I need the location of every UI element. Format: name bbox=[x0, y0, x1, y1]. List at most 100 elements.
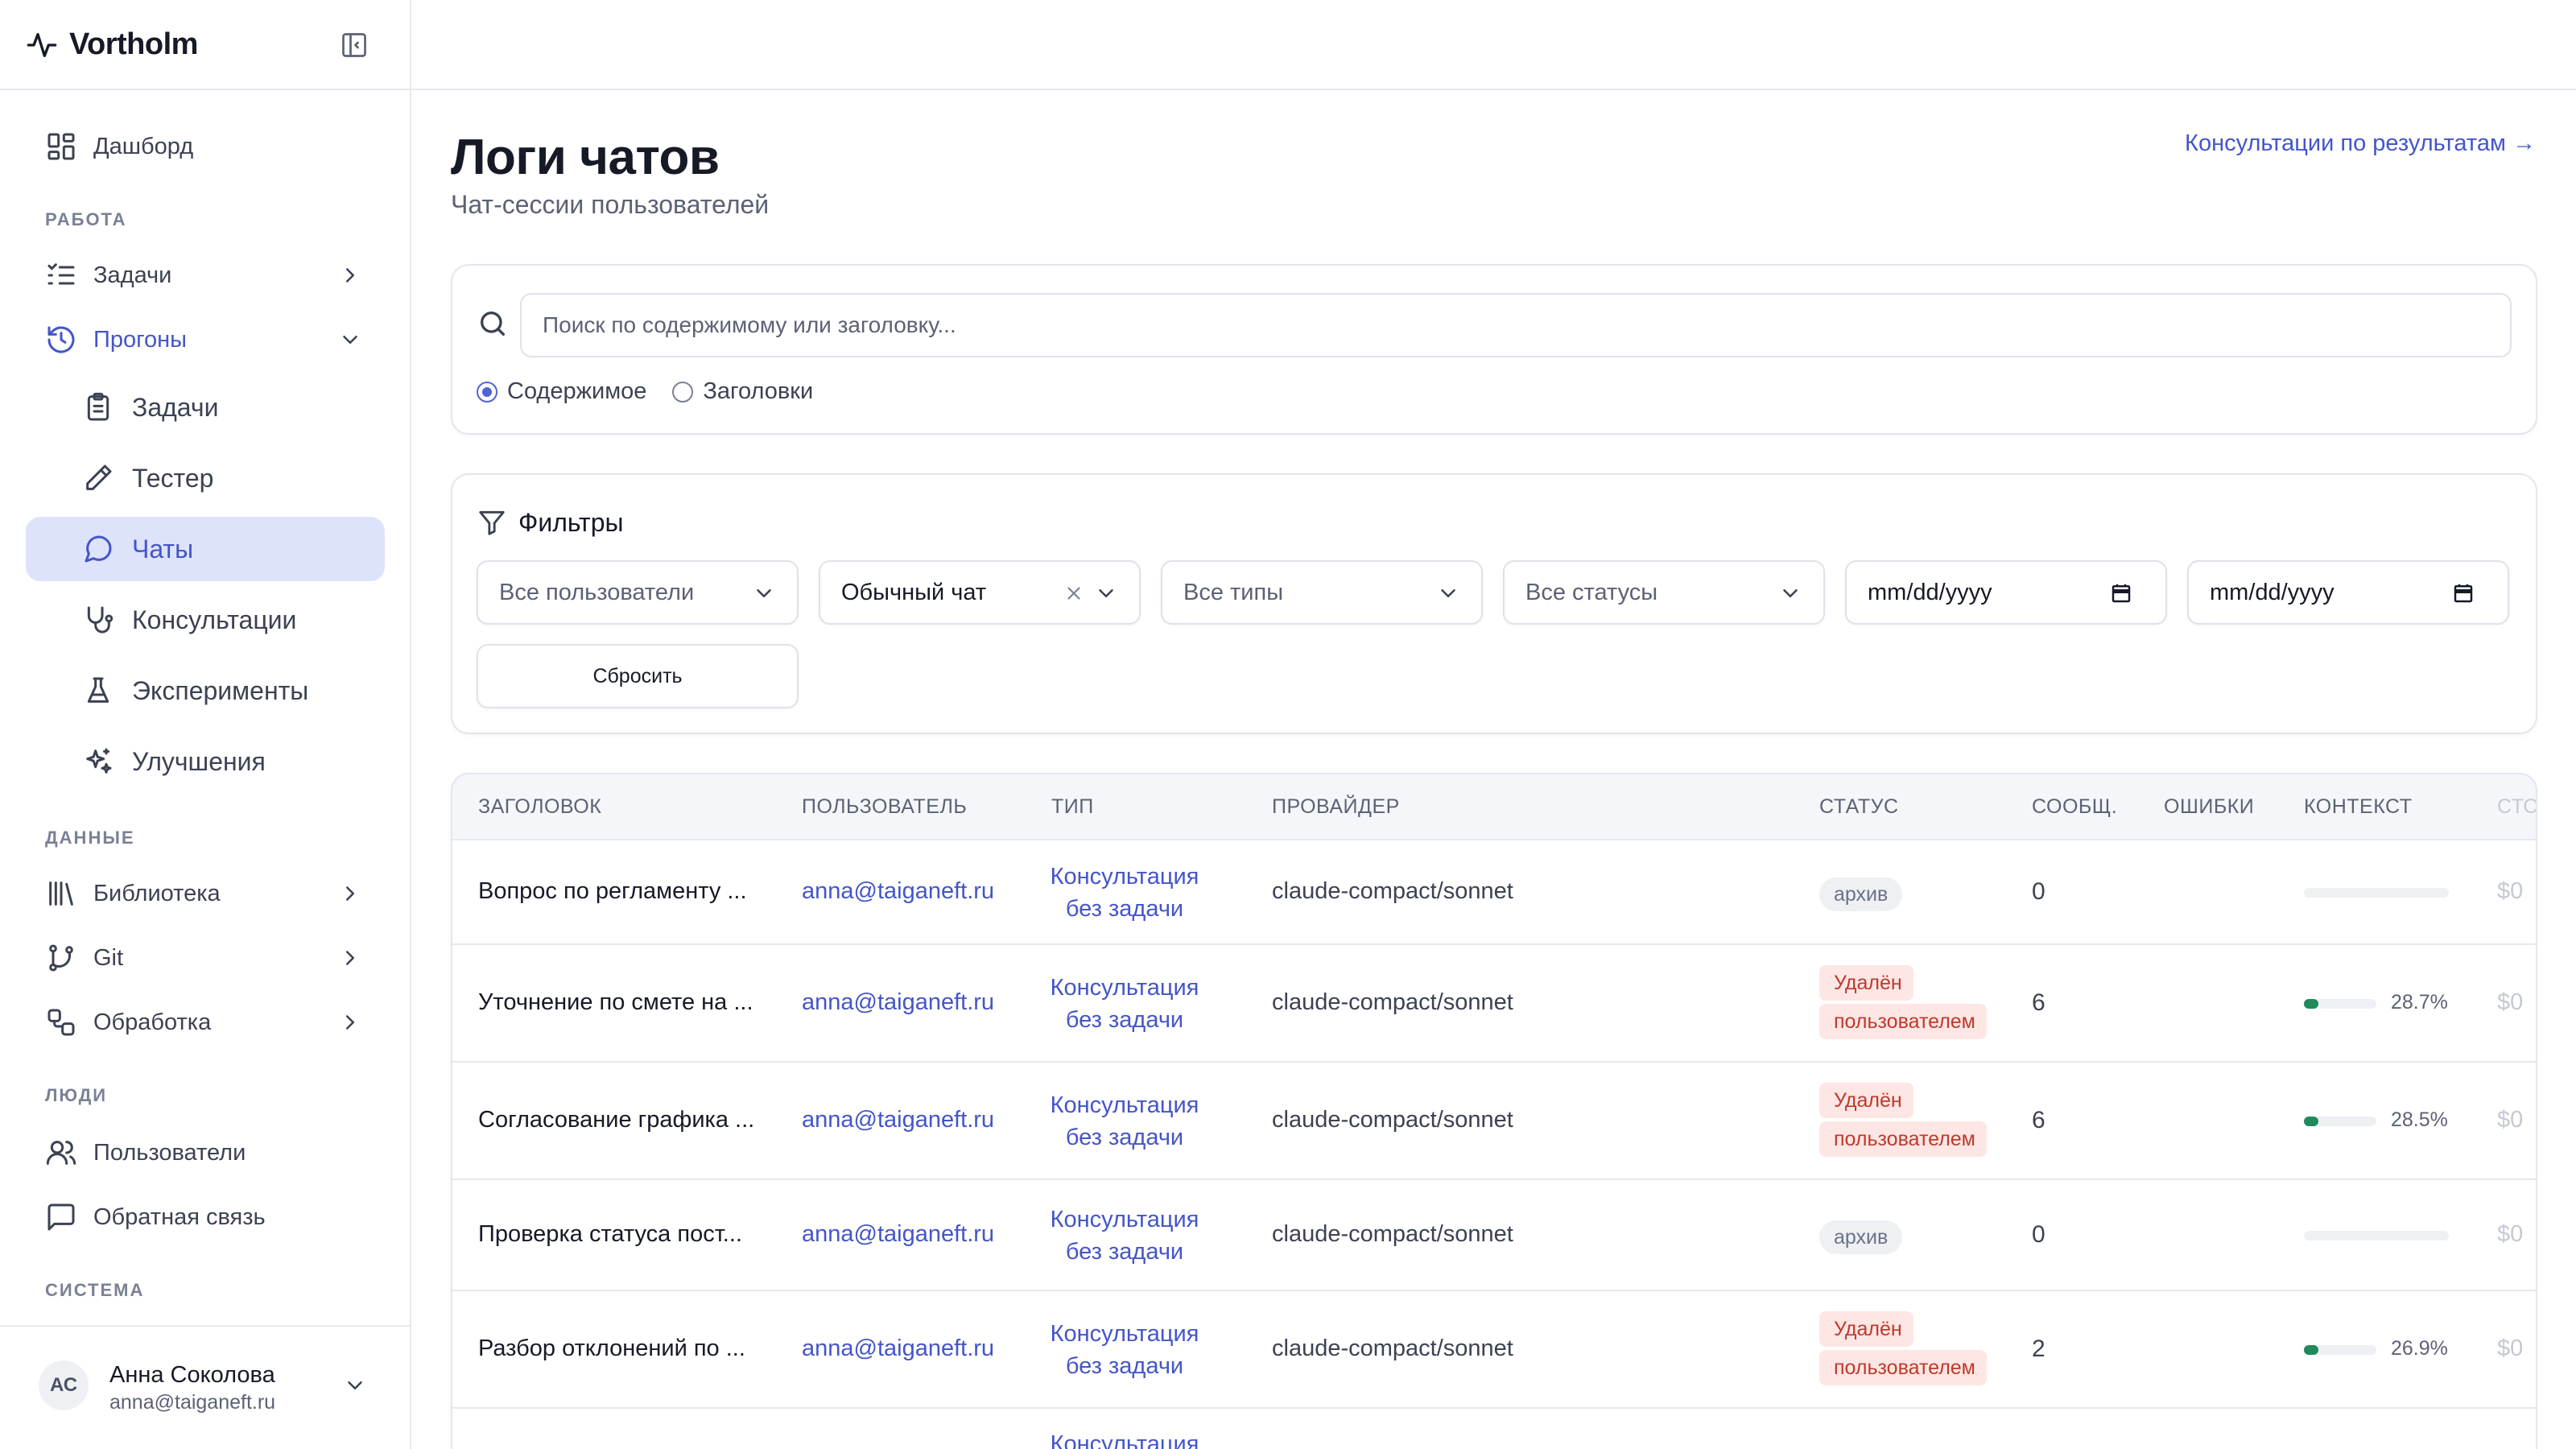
consultations-results-link[interactable]: Консультации по результатам → bbox=[2185, 130, 2536, 157]
sidebar-item-label: Библиотека bbox=[93, 880, 221, 906]
chat-title-cell[interactable]: Согласование графика ... bbox=[478, 1107, 754, 1133]
status-badge: архив bbox=[1819, 877, 1903, 911]
sidebar-subitem-improvements[interactable]: Улучшения bbox=[26, 729, 385, 794]
sidebar-item-feedback[interactable]: Обратная связь bbox=[26, 1185, 385, 1249]
radio-dot bbox=[477, 381, 497, 402]
section-label-people: ЛЮДИ bbox=[45, 1085, 108, 1105]
clear-icon[interactable] bbox=[1063, 583, 1084, 604]
clipboard-icon bbox=[82, 391, 114, 423]
table-header: ЗАГОЛОВОК ПОЛЬЗОВАТЕЛЬ ТИП ПРОВАЙДЕР СТА… bbox=[452, 774, 2536, 840]
sparkles-icon bbox=[82, 745, 114, 778]
table-row[interactable]: Уточнение по смете на ... anna@taiganeft.… bbox=[452, 945, 2536, 1063]
chat-type-link[interactable]: Консультация bbox=[1030, 1428, 1219, 1449]
sidebar: Vortholm Дашборд РАБОТА Задачи Прогоны З… bbox=[0, 0, 411, 1449]
chat-type-link[interactable]: Консультация без задачи bbox=[1030, 861, 1219, 925]
sidebar-item-tasks[interactable]: Задачи bbox=[26, 243, 385, 308]
radio-dot bbox=[672, 381, 694, 402]
column-header-user[interactable]: ПОЛЬЗОВАТЕЛЬ bbox=[802, 795, 967, 819]
reset-filters-button[interactable]: Сбросить bbox=[477, 644, 799, 708]
table-row[interactable]: Вопрос по регламенту ... anna@taiganeft.r… bbox=[452, 840, 2536, 945]
sidebar-subitem-chats[interactable]: Чаты bbox=[26, 517, 385, 581]
chevron-down-icon bbox=[1441, 589, 1455, 597]
sidebar-subitem-tasks[interactable]: Задачи bbox=[26, 375, 385, 440]
table-row[interactable]: Согласование графика ... anna@taiganeft.r… bbox=[452, 1063, 2536, 1180]
user-email: anna@taiganeft.ru bbox=[109, 1391, 276, 1414]
collapse-sidebar-button[interactable] bbox=[338, 29, 370, 61]
top-bar bbox=[411, 0, 2576, 90]
column-header-status[interactable]: СТАТУС bbox=[1819, 795, 1899, 819]
column-header-provider[interactable]: ПРОВАЙДЕР bbox=[1272, 795, 1400, 819]
logo[interactable]: Vortholm bbox=[26, 27, 198, 62]
app-name: Vortholm bbox=[69, 27, 198, 61]
search-mode-titles-radio[interactable]: Заголовки bbox=[672, 378, 813, 405]
chat-title-cell[interactable]: Уточнение по смете на ... bbox=[478, 989, 753, 1016]
user-email-link[interactable]: anna@taiganeft.ru bbox=[802, 1107, 994, 1133]
sidebar-header: Vortholm bbox=[0, 0, 410, 90]
sidebar-item-library[interactable]: Библиотека bbox=[26, 861, 385, 926]
sidebar-item-label: Эксперименты bbox=[132, 675, 309, 705]
sidebar-item-runs[interactable]: Прогоны bbox=[26, 308, 385, 372]
context-usage-label: 26.9% bbox=[2391, 1337, 2448, 1360]
table-row[interactable]: Разбор отклонений по ... anna@taiganeft.r… bbox=[452, 1291, 2536, 1409]
sidebar-item-users[interactable]: Пользователи bbox=[26, 1121, 385, 1185]
users-icon bbox=[45, 1137, 77, 1169]
history-icon bbox=[45, 324, 77, 356]
chat-type-link[interactable]: Консультация без задачи bbox=[1030, 1089, 1219, 1154]
column-header-title[interactable]: ЗАГОЛОВОК bbox=[478, 795, 601, 819]
user-menu[interactable]: АС Анна Соколова anna@taiganeft.ru bbox=[0, 1325, 410, 1449]
calendar-icon[interactable] bbox=[2109, 581, 2133, 605]
table-row[interactable]: Проверка статуса пост... anna@taiganeft.r… bbox=[452, 1180, 2536, 1291]
messages-count-cell: 6 bbox=[2032, 1107, 2046, 1133]
user-email-link[interactable]: anna@taiganeft.ru bbox=[802, 1221, 994, 1248]
column-header-cost[interactable]: СТО bbox=[2497, 795, 2536, 819]
select-value: Все пользователи bbox=[499, 579, 695, 605]
user-email-link[interactable]: anna@taiganeft.ru bbox=[802, 878, 994, 905]
column-header-context[interactable]: КОНТЕКСТ bbox=[2304, 795, 2413, 819]
sidebar-subitem-tester[interactable]: Тестер bbox=[26, 446, 385, 510]
sidebar-item-label: Git bbox=[93, 944, 124, 971]
status-filter-select[interactable]: Все статусы bbox=[1503, 560, 1825, 625]
chat-type-link[interactable]: Консультация без задачи bbox=[1030, 1318, 1219, 1382]
status-badge: архив bbox=[1819, 1220, 1903, 1254]
status-badge: Удалён пользователем bbox=[1819, 1081, 1987, 1158]
chat-title-cell[interactable]: Проверка статуса пост... bbox=[478, 1221, 742, 1248]
column-header-messages[interactable]: СООБЩ. bbox=[2032, 795, 2117, 819]
user-filter-select[interactable]: Все пользователи bbox=[477, 560, 799, 625]
sidebar-item-processing[interactable]: Обработка bbox=[26, 990, 385, 1055]
chevron-down-icon bbox=[348, 1381, 362, 1389]
chat-type-link[interactable]: Консультация без задачи bbox=[1030, 1203, 1219, 1268]
context-usage-bar bbox=[2304, 1117, 2376, 1126]
date-from-input[interactable]: mm/dd/yyyy bbox=[1845, 560, 2167, 625]
sidebar-subitem-experiments[interactable]: Эксперименты bbox=[26, 658, 385, 723]
page-title: Логи чатов bbox=[451, 130, 720, 185]
date-value: mm/dd/yyyy bbox=[1868, 579, 1992, 605]
sidebar-item-dashboard[interactable]: Дашборд bbox=[26, 114, 385, 179]
library-icon bbox=[45, 877, 77, 910]
chevron-down-icon bbox=[1099, 589, 1113, 597]
status-badge-text: Удалён пользователем bbox=[1819, 1311, 1987, 1385]
user-email-link[interactable]: anna@taiganeft.ru bbox=[802, 1335, 994, 1362]
chat-logs-table: ЗАГОЛОВОК ПОЛЬЗОВАТЕЛЬ ТИП ПРОВАЙДЕР СТА… bbox=[451, 773, 2537, 1449]
workflow-icon bbox=[45, 1006, 77, 1038]
calendar-icon[interactable] bbox=[2451, 581, 2475, 605]
type-filter-select[interactable]: Все типы bbox=[1161, 560, 1483, 625]
column-header-type[interactable]: ТИП bbox=[1051, 795, 1094, 819]
date-value: mm/dd/yyyy bbox=[2210, 579, 2334, 605]
chat-title-cell[interactable]: Вопрос по регламенту ... bbox=[478, 878, 747, 905]
chat-title-cell[interactable]: Разбор отклонений по ... bbox=[478, 1335, 745, 1362]
search-mode-content-radio[interactable]: Содержимое bbox=[477, 378, 646, 405]
message-square-icon bbox=[45, 1201, 77, 1233]
filters-panel: Фильтры Все пользователи Обычный чат Все… bbox=[451, 473, 2537, 734]
context-usage-bar bbox=[2304, 1231, 2449, 1241]
table-row[interactable]: Консультация bbox=[452, 1409, 2536, 1449]
chat-type-link[interactable]: Консультация без задачи bbox=[1030, 972, 1219, 1036]
chat-icon bbox=[82, 533, 114, 565]
sidebar-item-git[interactable]: Git bbox=[26, 926, 385, 990]
cost-cell: $0 bbox=[2497, 1335, 2524, 1361]
chat-type-filter-select[interactable]: Обычный чат bbox=[819, 560, 1141, 625]
user-email-link[interactable]: anna@taiganeft.ru bbox=[802, 989, 994, 1016]
column-header-errors[interactable]: ОШИБКИ bbox=[2164, 795, 2254, 819]
search-input[interactable] bbox=[520, 293, 2512, 357]
sidebar-subitem-consultations[interactable]: Консультации bbox=[26, 588, 385, 652]
date-to-input[interactable]: mm/dd/yyyy bbox=[2187, 560, 2509, 625]
